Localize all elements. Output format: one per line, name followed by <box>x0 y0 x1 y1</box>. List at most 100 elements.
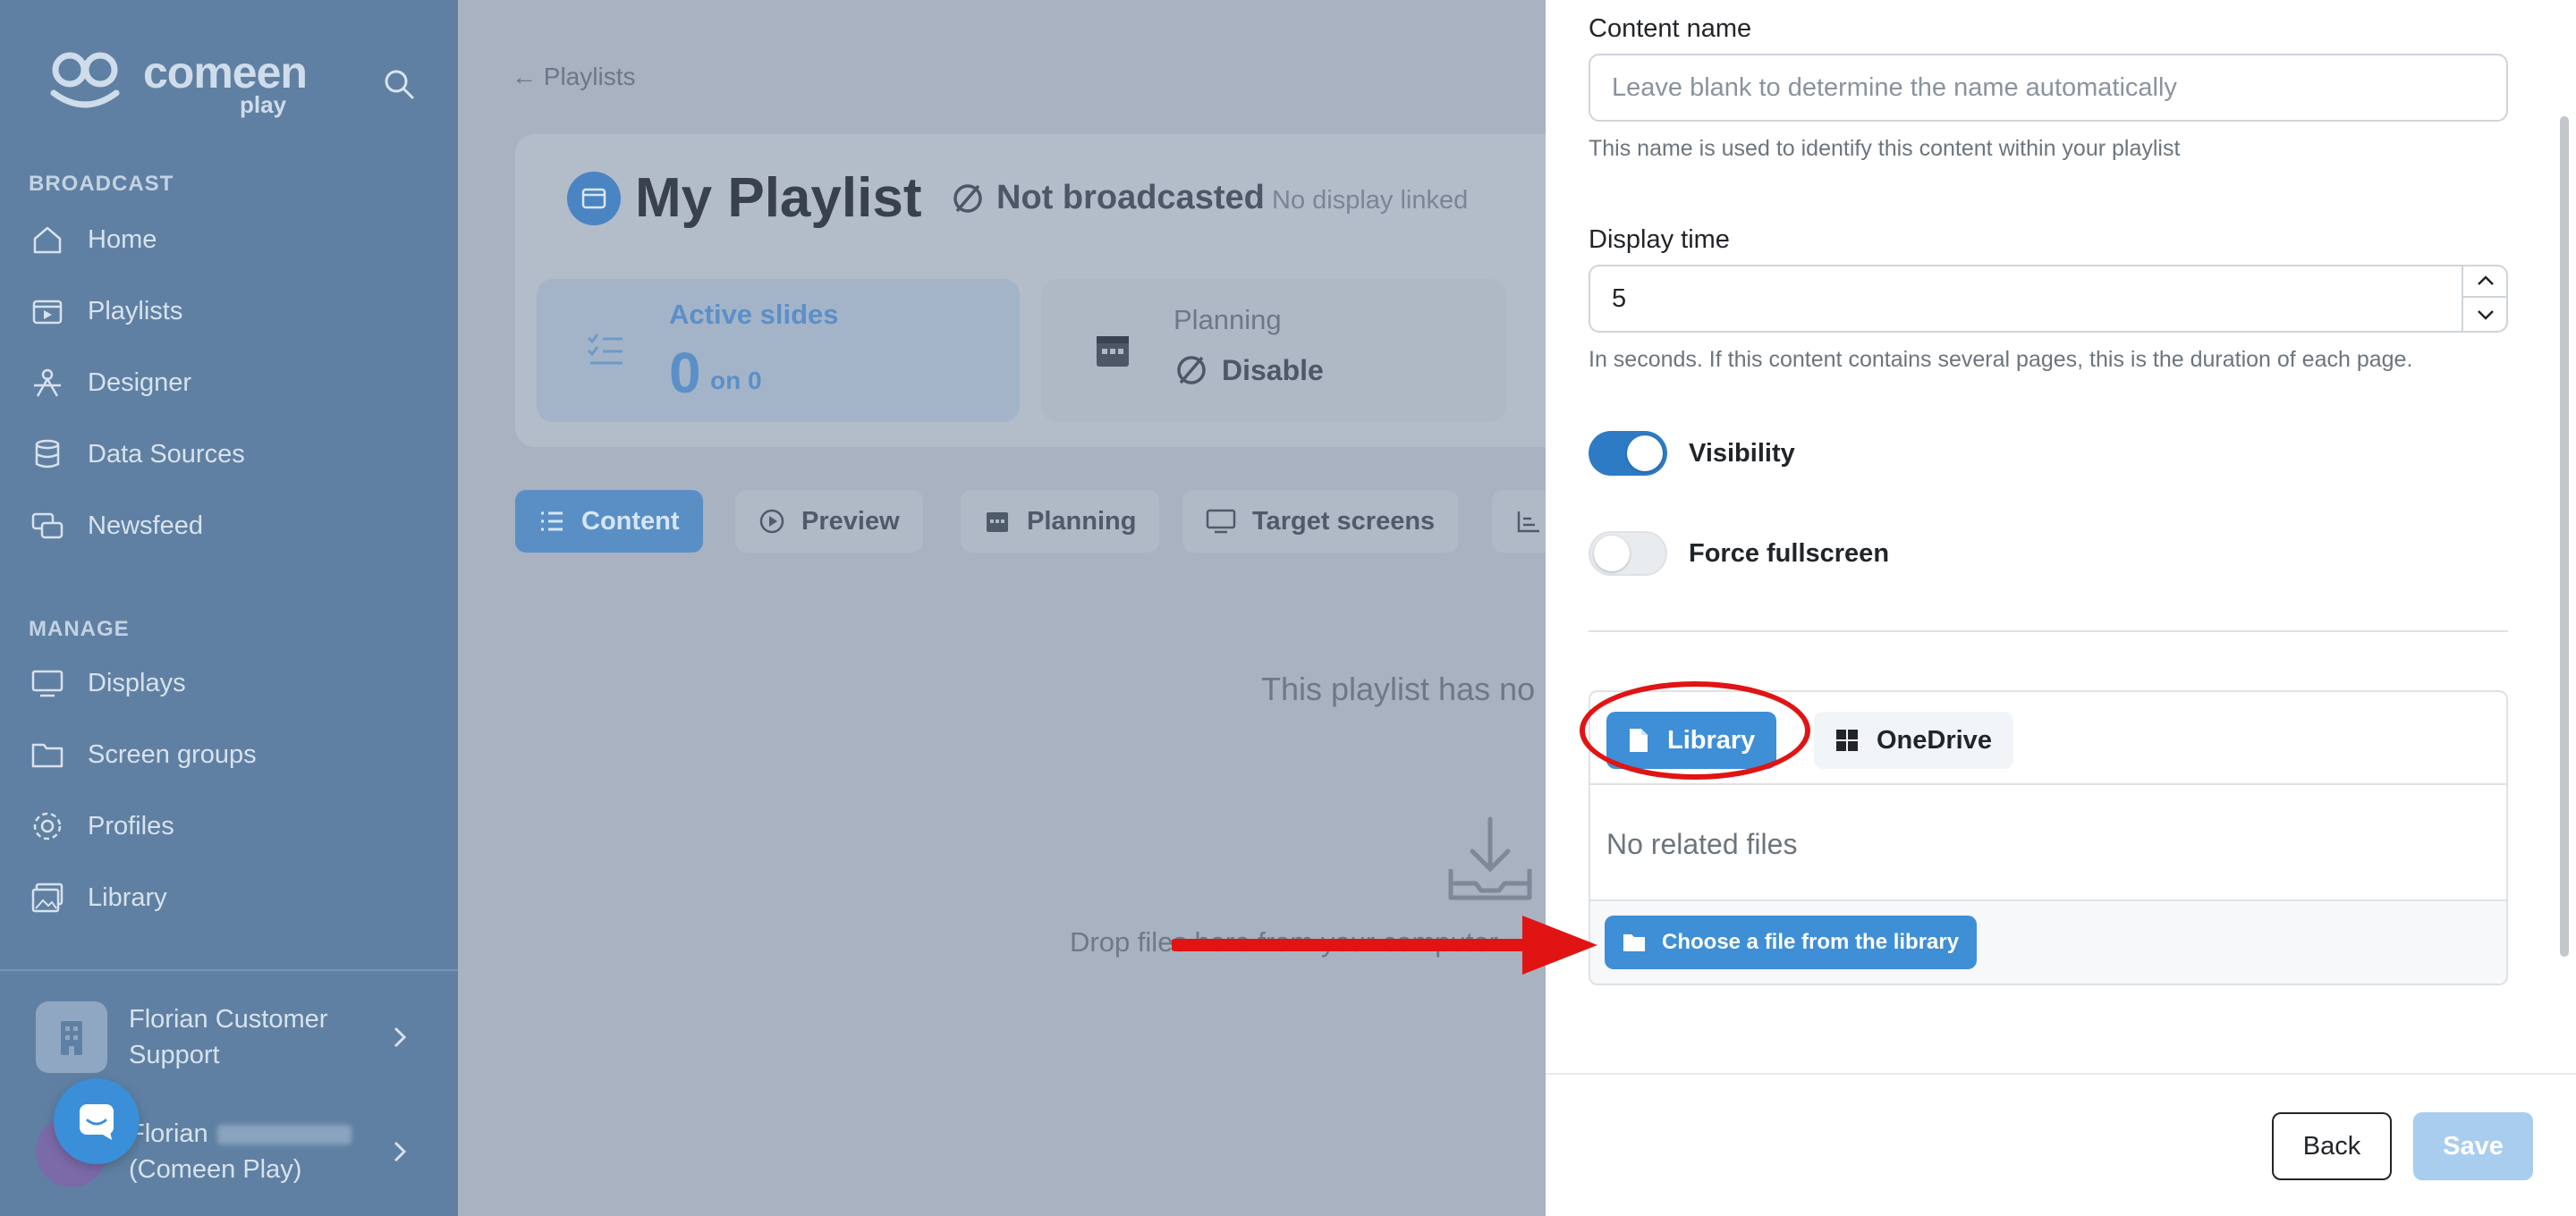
sidebar-item-label: Newsfeed <box>88 511 203 540</box>
stat-total: on 0 <box>710 367 762 394</box>
sidebar-item-profiles[interactable]: Profiles <box>29 799 422 853</box>
chat-icon <box>80 1104 114 1140</box>
no-files-text: No related files <box>1606 828 1798 860</box>
chevron-right-icon <box>394 1026 407 1048</box>
display-time-label: Display time <box>1589 225 1730 254</box>
tab-label: OneDrive <box>1877 725 1992 755</box>
stat-label: Active slides <box>669 299 839 330</box>
account-switcher-organization[interactable]: Florian Customer Support <box>36 994 429 1080</box>
sidebar-item-data-sources[interactable]: Data Sources <box>29 427 422 481</box>
sidebar-item-label: Designer <box>88 367 192 397</box>
status-text: Not broadcasted <box>996 179 1265 216</box>
play-circle-icon <box>759 509 784 534</box>
chevron-down-icon[interactable] <box>2463 298 2508 331</box>
sidebar-item-label: Playlists <box>88 296 183 325</box>
files-footer: Choose a file from the library <box>1590 899 2506 984</box>
user-org: (Comeen Play) <box>129 1155 302 1184</box>
force-fullscreen-toggle[interactable] <box>1589 531 1667 576</box>
playlist-icon <box>29 292 66 330</box>
sidebar-item-screen-groups[interactable]: Screen groups <box>29 728 422 781</box>
sidebar-item-designer[interactable]: Designer <box>29 356 422 410</box>
stat-value: 0 <box>669 341 701 405</box>
folder-icon <box>29 736 66 773</box>
building-icon <box>36 1001 107 1073</box>
empty-playlist-text: This playlist has no <box>1261 671 1536 707</box>
page-title: My Playlist <box>635 167 922 229</box>
visibility-toggle[interactable] <box>1589 431 1667 476</box>
tab-onedrive[interactable]: OneDrive <box>1814 712 2013 769</box>
highlight-ellipse <box>1580 681 1810 780</box>
save-button[interactable]: Save <box>2413 1112 2533 1180</box>
section-manage: MANAGE <box>29 617 130 641</box>
display-time-stepper[interactable] <box>2462 265 2508 333</box>
stat-label: Planning <box>1174 304 1282 335</box>
sidebar-item-library[interactable]: Library <box>29 871 422 925</box>
choose-file-button[interactable]: Choose a file from the library <box>1605 916 1978 969</box>
chat-support-button[interactable] <box>54 1078 140 1164</box>
tab-target-screens[interactable]: Target screens <box>1182 490 1459 553</box>
chevron-right-icon <box>394 1141 407 1162</box>
playlist-badge-icon <box>567 172 621 225</box>
tab-planning[interactable]: Planning <box>961 490 1160 553</box>
sidebar-item-displays[interactable]: Displays <box>29 656 422 710</box>
home-icon <box>29 221 66 258</box>
main-content: ← Playlists My Playlist Not broadcasted … <box>458 0 1581 1216</box>
sidebar-item-playlists[interactable]: Playlists <box>29 284 422 338</box>
windows-icon <box>1836 730 1858 751</box>
display-time-input[interactable]: 5 <box>1589 265 2508 333</box>
list-check-icon <box>587 334 623 365</box>
visibility-label: Visibility <box>1689 439 1795 468</box>
sidebar-item-label: Screen groups <box>88 739 257 769</box>
pointer-arrow-icon <box>1172 916 1597 975</box>
display-time-help: In seconds. If this content contains sev… <box>1589 347 2413 372</box>
tab-label: Target screens <box>1252 506 1436 536</box>
ban-icon <box>953 183 982 213</box>
breadcrumb[interactable]: ← Playlists <box>512 63 635 91</box>
calendar-icon <box>987 512 1008 532</box>
content-name-help: This name is used to identify this conte… <box>1589 136 2181 161</box>
panel-scrollbar[interactable] <box>2560 116 2569 957</box>
planning-value: Disable <box>1222 353 1324 386</box>
sidebar-item-home[interactable]: Home <box>29 213 422 266</box>
button-label: Choose a file from the library <box>1662 930 1960 954</box>
image-library-icon <box>29 879 66 916</box>
force-fullscreen-label: Force fullscreen <box>1689 539 1890 568</box>
content-name-input[interactable]: Leave blank to determine the name automa… <box>1589 54 2508 122</box>
content-name-label: Content name <box>1589 14 1752 43</box>
sidebar-item-label: Data Sources <box>88 439 245 469</box>
sidebar-item-label: Home <box>88 224 157 254</box>
tab-content[interactable]: Content <box>515 490 703 553</box>
comeen-logo[interactable]: comeen play <box>45 46 308 122</box>
calendar-icon <box>1097 336 1129 367</box>
display-time-value: 5 <box>1612 283 1627 313</box>
logo-subtext: play <box>240 91 287 118</box>
arrow-left-icon: ← <box>512 63 544 90</box>
playlist-tabs: Content Preview Planning Target screens <box>515 486 1581 562</box>
divider <box>1589 630 2508 632</box>
sidebar-divider <box>0 969 458 971</box>
display-icon <box>29 664 66 702</box>
broadcast-status: Not broadcasted <box>950 179 1265 217</box>
folder-icon <box>1623 934 1645 951</box>
list-icon <box>541 511 563 531</box>
stat-planning: Planning Disable <box>1041 279 1506 422</box>
database-icon <box>29 435 66 473</box>
chart-icon <box>1517 511 1539 533</box>
sidebar-item-label: Profiles <box>88 811 174 840</box>
tab-preview[interactable]: Preview <box>735 490 923 553</box>
chevron-up-icon[interactable] <box>2463 265 2508 298</box>
tab-label: Planning <box>1027 506 1137 536</box>
gear-icon <box>29 807 66 845</box>
stat-value: Disable <box>1174 352 1324 388</box>
designer-icon <box>29 364 66 401</box>
footer-divider <box>1546 1073 2576 1075</box>
breadcrumb-label: Playlists <box>543 63 636 90</box>
ban-icon <box>1177 356 1206 384</box>
section-broadcast: BROADCAST <box>29 172 174 196</box>
search-icon[interactable] <box>381 66 417 102</box>
account-name: Florian Customer <box>129 1005 328 1034</box>
back-button[interactable]: Back <box>2272 1112 2392 1180</box>
sidebar-item-newsfeed[interactable]: Newsfeed <box>29 499 422 553</box>
sidebar-item-label: Library <box>88 882 167 912</box>
sidebar: comeen play BROADCAST Home Playlists Des… <box>0 0 458 1216</box>
